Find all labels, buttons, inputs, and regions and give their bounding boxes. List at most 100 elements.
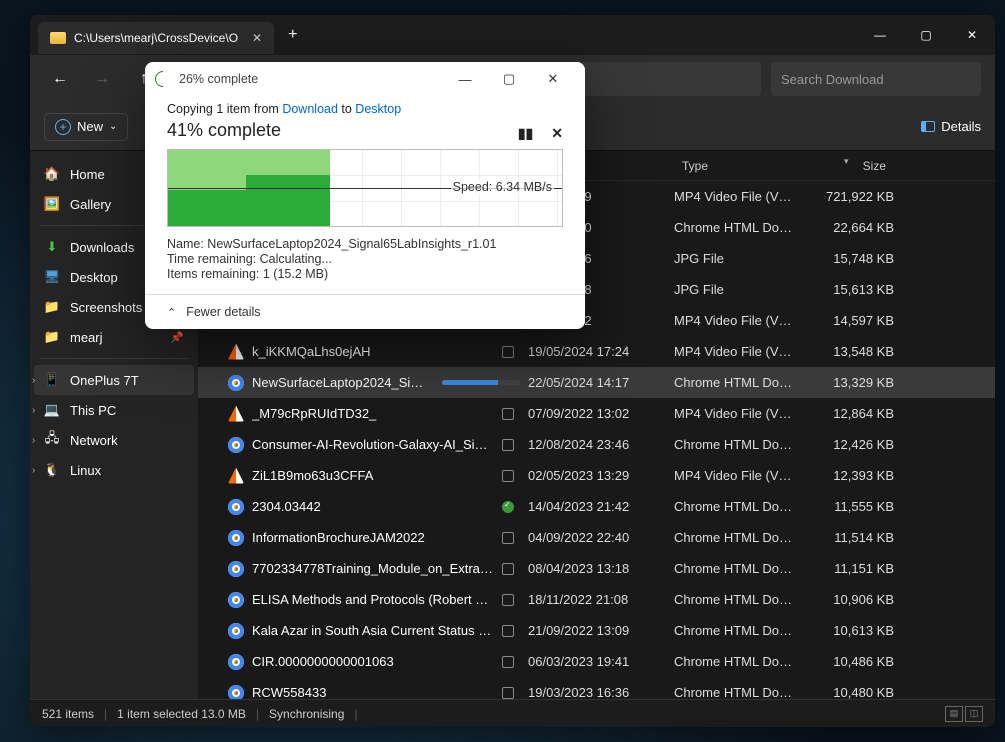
file-type-icon [228,406,244,422]
file-date: 22/05/2024 14:17 [528,375,674,390]
file-type-icon [228,623,244,639]
dst-link[interactable]: Desktop [355,102,401,116]
src-link[interactable]: Download [282,102,338,116]
view-details-button[interactable]: ▤ [945,706,963,722]
new-tab-button[interactable]: + [288,26,297,44]
close-button[interactable]: ✕ [949,15,995,55]
file-type: MP4 Video File (V… [674,189,804,204]
file-size: 15,613 KB [804,282,894,297]
copy-info: Name: NewSurfaceLaptop2024_Signal65LabIn… [167,237,563,281]
table-row[interactable]: Consumer-AI-Revolution-Galaxy-AI_Sign… 12… [198,429,995,460]
file-date: 04/09/2022 22:40 [528,530,674,545]
dialog-minimize-button[interactable]: — [443,64,487,94]
pause-button[interactable]: ▮▮ [518,125,533,142]
file-name: Kala Azar in South Asia Current Status a… [252,623,494,638]
sidebar-item-linux[interactable]: ›🐧Linux [34,455,194,485]
cancel-button[interactable]: ✕ [551,125,563,142]
table-row[interactable]: Kala Azar in South Asia Current Status a… [198,615,995,646]
cloud-icon [502,532,514,544]
file-size: 13,329 KB [804,375,894,390]
dialog-title: 26% complete [179,72,435,86]
file-name: Consumer-AI-Revolution-Galaxy-AI_Sign… [252,437,494,452]
sort-desc-icon: ▾ [844,156,849,167]
file-type: MP4 Video File (V… [674,406,804,421]
file-name: ELISA Methods and Protocols (Robert Hn… [252,592,494,607]
chevron-right-icon: › [32,465,35,476]
titlebar: C:\Users\mearj\CrossDevice\O ✕ + — ▢ ✕ [30,15,995,55]
file-type: JPG File [674,251,804,266]
table-row[interactable]: CIR.000000000000106306/03/2023 19:41Chro… [198,646,995,677]
file-name: RCW558433 [252,685,494,699]
file-size: 13,548 KB [804,344,894,359]
table-row[interactable]: NewSurfaceLaptop2024_Signal65LabInsig…22… [198,367,995,398]
file-size: 12,426 KB [804,437,894,452]
folder-icon [50,32,66,44]
file-name: 7702334778Training_Module_on_Extrapul… [252,561,494,576]
progress-ring-icon [152,68,175,91]
cloud-icon [502,563,514,575]
file-size: 11,514 KB [804,530,894,545]
table-row[interactable]: InformationBrochureJAM2022 04/09/2022 22:… [198,522,995,553]
home-icon: 🏠 [44,166,60,182]
file-type-icon [228,375,244,391]
table-row[interactable]: ELISA Methods and Protocols (Robert Hn…1… [198,584,995,615]
col-type[interactable]: Type [674,159,804,173]
back-button[interactable]: ← [44,63,76,95]
file-type: JPG File [674,282,804,297]
file-type-icon [228,561,244,577]
file-type: Chrome HTML Do… [674,530,804,545]
download-icon: ⬇ [44,239,60,255]
details-button[interactable]: Details [921,119,981,134]
file-size: 12,864 KB [804,406,894,421]
file-type: Chrome HTML Do… [674,375,804,390]
cloud-icon [502,439,514,451]
available-local-icon [502,501,514,513]
file-size: 12,393 KB [804,468,894,483]
file-name: _M79cRpRUIdTD32_ [252,406,494,421]
file-type-icon [228,592,244,608]
file-name: ZiL1B9mo63u3CFFA [252,468,494,483]
view-large-button[interactable]: ◫ [965,706,983,722]
network-icon: 🖧 [44,432,60,448]
search-input[interactable]: Search Download [771,62,981,96]
fewer-details-button[interactable]: ⌃ Fewer details [145,294,585,329]
linux-icon: 🐧 [44,462,60,478]
sidebar-item-network[interactable]: ›🖧Network [34,425,194,455]
status-items: 521 items [42,707,94,721]
sidebar-item-oneplus[interactable]: ›📱OnePlus 7T [34,365,194,395]
tab-current[interactable]: C:\Users\mearj\CrossDevice\O ✕ [38,22,274,54]
new-button[interactable]: + New ⌄ [44,113,128,141]
table-row[interactable]: RCW55843319/03/2023 16:36Chrome HTML Do…… [198,677,995,699]
maximize-button[interactable]: ▢ [903,15,949,55]
sidebar-item-thispc[interactable]: ›💻This PC [34,395,194,425]
progress-percent: 41% complete [167,120,563,141]
file-name: InformationBrochureJAM2022 [252,530,494,545]
cloud-icon [502,594,514,606]
file-type: Chrome HTML Do… [674,220,804,235]
dialog-close-button[interactable]: ✕ [531,64,575,94]
forward-button[interactable]: → [86,63,118,95]
chevron-up-icon: ⌃ [167,306,176,319]
search-placeholder: Search Download [781,72,884,87]
file-size: 10,486 KB [804,654,894,669]
file-date: 06/03/2023 19:41 [528,654,674,669]
file-type-icon [228,530,244,546]
table-row[interactable]: ZiL1B9mo63u3CFFA02/05/2023 13:29MP4 Vide… [198,460,995,491]
file-type-icon [228,654,244,670]
file-type: MP4 Video File (V… [674,313,804,328]
table-row[interactable]: 7702334778Training_Module_on_Extrapul…08… [198,553,995,584]
folder-icon: 📁 [44,299,60,315]
status-selected: 1 item selected 13.0 MB [117,707,246,721]
table-row[interactable]: _M79cRpRUIdTD32_07/09/2022 13:02MP4 Vide… [198,398,995,429]
dialog-maximize-button[interactable]: ▢ [487,64,531,94]
file-type-icon [228,499,244,515]
download-progress [442,380,520,385]
file-size: 721,922 KB [804,189,894,204]
table-row[interactable]: k_iKKMQaLhs0ejAH19/05/2024 17:24MP4 Vide… [198,336,995,367]
table-row[interactable]: 2304.0344214/04/2023 21:42Chrome HTML Do… [198,491,995,522]
tab-close-icon[interactable]: ✕ [252,31,262,45]
col-size[interactable]: ▾Size [804,159,894,173]
dialog-titlebar[interactable]: 26% complete — ▢ ✕ [145,62,585,96]
minimize-button[interactable]: — [857,15,903,55]
cloud-icon [502,408,514,420]
